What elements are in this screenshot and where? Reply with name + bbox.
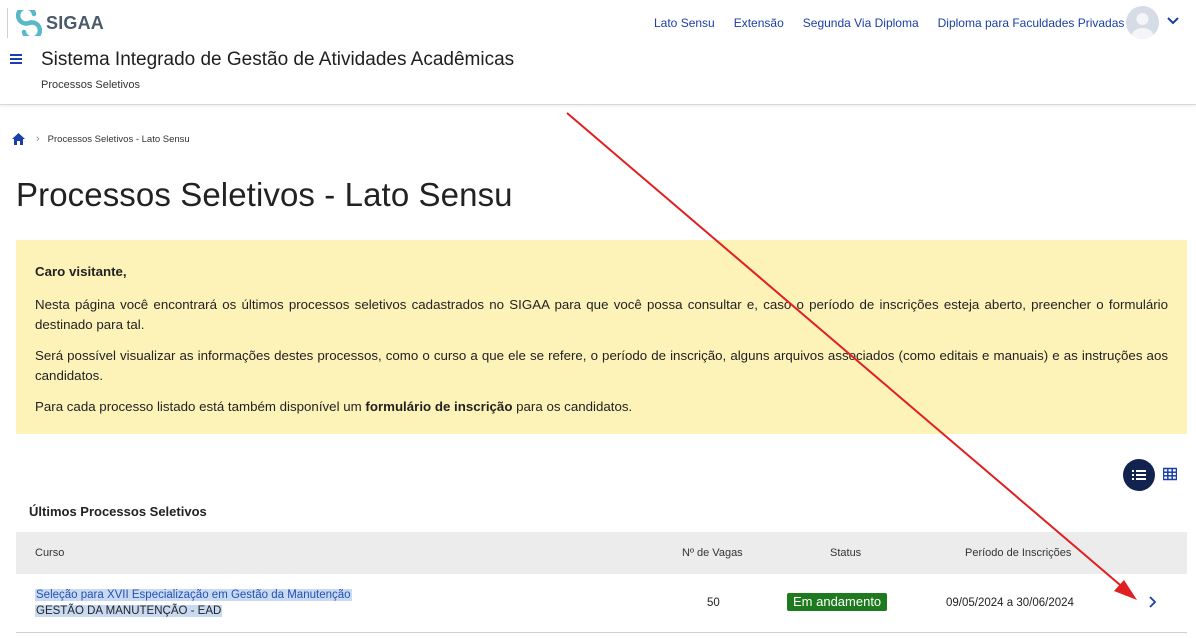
notice-p3-text: Para cada processo listado está também d… <box>35 399 366 414</box>
course-link[interactable]: Seleção para XVII Especialização em Gest… <box>35 589 352 601</box>
list-view-icon <box>1132 470 1146 480</box>
nav-extensao[interactable]: Extensão <box>734 16 784 30</box>
nav-lato-sensu[interactable]: Lato Sensu <box>654 16 715 30</box>
breadcrumb: › Processos Seletivos - Lato Sensu <box>11 132 190 146</box>
chevron-right-icon[interactable] <box>1147 595 1157 609</box>
sigaa-logo-icon <box>16 10 42 36</box>
notice-p3-bold: formulário de inscrição <box>365 399 513 414</box>
chevron-down-icon[interactable] <box>1166 14 1180 28</box>
notice-paragraph-1: Nesta página você encontrará os últimos … <box>35 297 1168 332</box>
hamburger-icon[interactable] <box>10 53 22 65</box>
home-icon[interactable] <box>11 132 26 146</box>
page-title: Processos Seletivos - Lato Sensu <box>16 176 513 213</box>
divider <box>7 8 8 38</box>
notice-p3-text-end: para os candidatos. <box>512 399 633 414</box>
nav-diploma-faculdades-privadas[interactable]: Diploma para Faculdades Privadas <box>938 16 1125 30</box>
chevron-right-icon: › <box>36 133 40 145</box>
column-header-vagas: Nº de Vagas <box>682 547 743 559</box>
breadcrumb-current: Processos Seletivos - Lato Sensu <box>47 133 190 145</box>
table-row[interactable]: Seleção para XVII Especialização em Gest… <box>16 574 1187 633</box>
notice-greeting: Caro visitante, <box>35 264 127 279</box>
top-header: SIGAA Lato Sensu Extensão Segunda Via Di… <box>0 0 1196 105</box>
grid-view-icon[interactable] <box>1163 467 1177 481</box>
list-view-button[interactable] <box>1123 459 1155 491</box>
section-title: Últimos Processos Seletivos <box>29 504 207 519</box>
column-header-periodo: Período de Inscrições <box>965 547 1072 559</box>
column-header-status: Status <box>830 547 862 559</box>
info-notice: Caro visitante, Nesta página você encont… <box>16 240 1187 434</box>
notice-paragraph-2: Será possível visualizar as informações … <box>35 348 1168 383</box>
nav-segunda-via-diploma[interactable]: Segunda Via Diploma <box>803 16 919 30</box>
periodo-value: 09/05/2024 a 30/06/2024 <box>946 597 1074 609</box>
top-navigation: Lato Sensu Extensão Segunda Via Diploma … <box>654 16 1143 30</box>
status-badge: Em andamento <box>787 593 888 611</box>
vagas-value: 50 <box>707 597 720 609</box>
course-subtitle: GESTÃO DA MANUTENÇÃO - EAD <box>35 605 223 617</box>
logo-text: SIGAA <box>46 12 105 33</box>
table-header: Curso Nº de Vagas Status Período de Insc… <box>16 532 1187 574</box>
notice-paragraph-3: Para cada processo listado está também d… <box>35 397 1168 417</box>
user-avatar-icon[interactable] <box>1126 6 1159 39</box>
system-subtitle: Processos Seletivos <box>41 79 141 91</box>
system-title: Sistema Integrado de Gestão de Atividade… <box>41 49 515 70</box>
sigaa-logo[interactable]: SIGAA <box>16 10 104 36</box>
column-header-curso: Curso <box>35 547 65 559</box>
